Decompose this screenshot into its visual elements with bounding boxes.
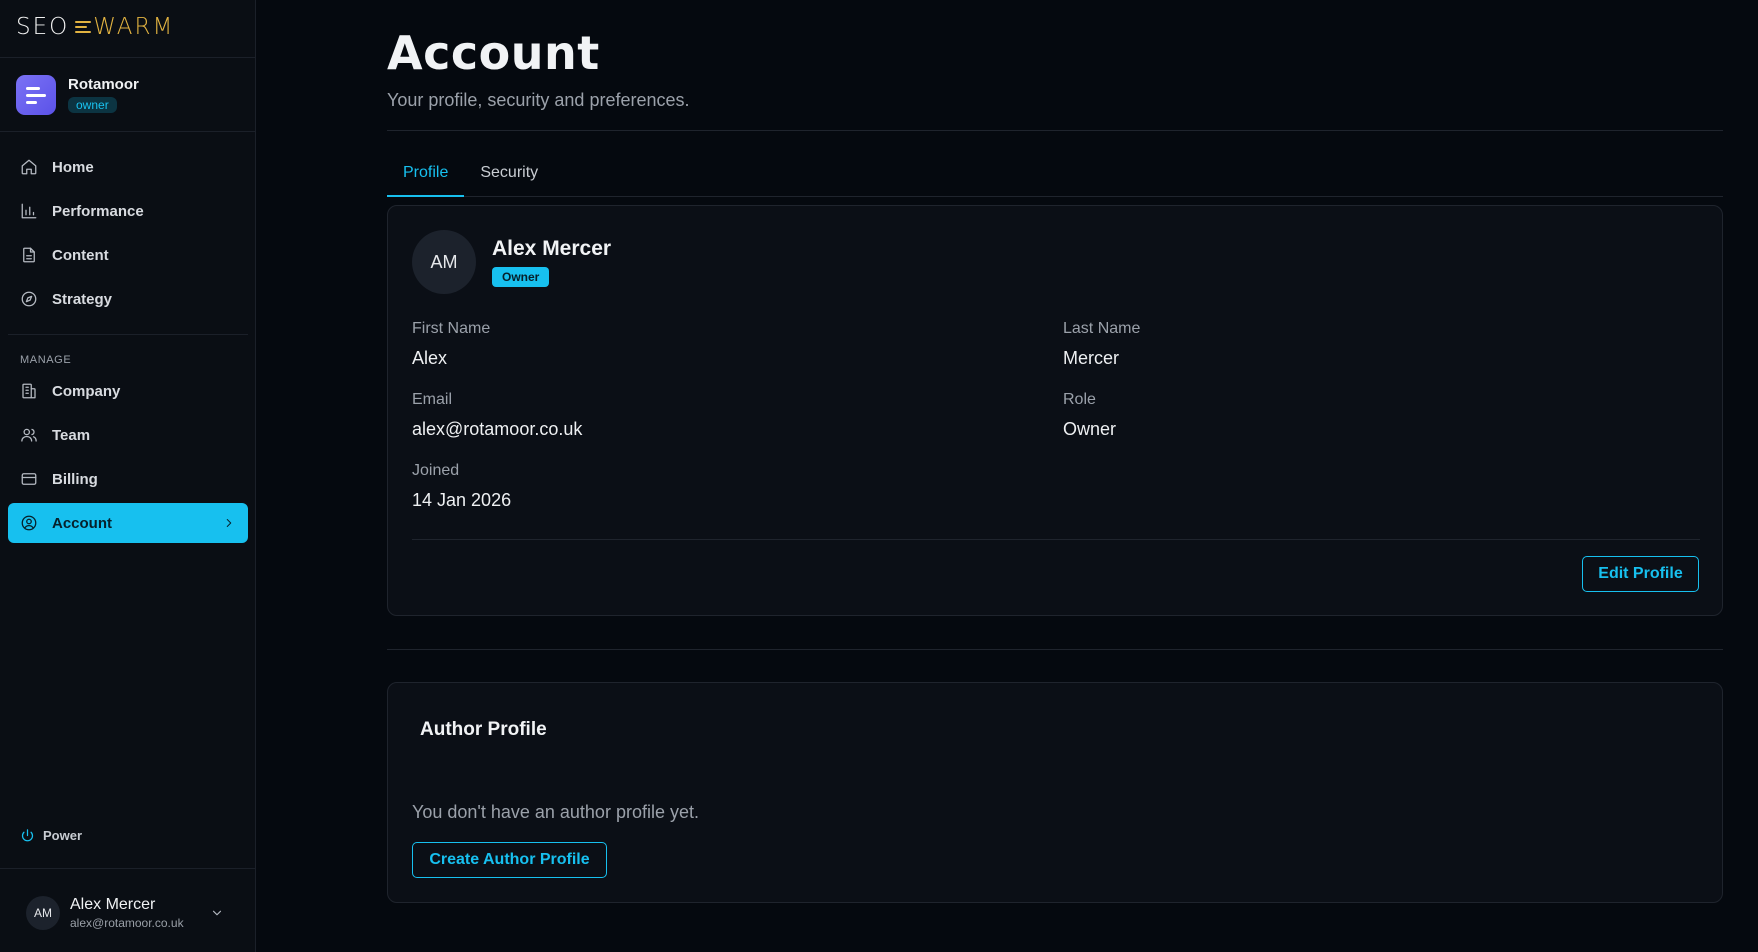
field-value: Owner: [1063, 419, 1117, 439]
building-icon: [22, 383, 36, 399]
field-value: Alex: [412, 348, 448, 368]
tab-profile[interactable]: Profile: [387, 160, 465, 197]
divider: [412, 539, 1700, 540]
sidebar-item-label: Strategy: [52, 290, 113, 308]
field-role: Role Owner: [1063, 391, 1116, 440]
profile-card: AM Alex Mercer Owner First Name Alex Las…: [387, 205, 1723, 616]
account-tabs: Profile Security: [387, 160, 1723, 197]
divider: [0, 131, 256, 132]
sidebar-item-label: Performance: [52, 202, 144, 220]
sidebar-item-performance[interactable]: Performance: [8, 191, 248, 231]
power-status[interactable]: Power: [20, 828, 82, 843]
field-label: Joined: [412, 462, 460, 479]
profile-name: Alex Mercer: [492, 237, 612, 260]
main-nav: Home Performance Content Strategy: [8, 147, 248, 323]
org-name: Rotamoor: [68, 76, 139, 93]
field-value: alex@rotamoor.co.uk: [412, 419, 583, 439]
sidebar-item-label: Company: [52, 382, 121, 400]
org-role-badge: owner: [68, 97, 117, 113]
field-email: Email alex@rotamoor.co.uk: [412, 391, 582, 440]
user-circle-icon: [21, 515, 37, 531]
chevron-down-icon: [212, 910, 222, 916]
sidebar-item-account[interactable]: Account: [8, 503, 248, 543]
field-joined: Joined 14 Jan 2026: [412, 462, 511, 511]
author-profile-title: Author Profile: [420, 719, 547, 740]
sidebar-item-billing[interactable]: Billing: [8, 459, 248, 499]
sidebar-item-content[interactable]: Content: [8, 235, 248, 275]
edit-profile-button[interactable]: Edit Profile: [1582, 556, 1699, 592]
sidebar-item-label: Billing: [52, 470, 98, 488]
divider: [8, 334, 248, 335]
field-value: 14 Jan 2026: [412, 490, 512, 510]
users-icon: [21, 428, 37, 442]
divider: [387, 130, 1723, 131]
user-email: alex@rotamoor.co.uk: [70, 916, 184, 930]
compass-icon: [21, 291, 37, 307]
field-label: Email: [412, 391, 453, 408]
divider: [0, 57, 256, 58]
profile-avatar: AM: [412, 230, 476, 294]
sidebar-item-company[interactable]: Company: [8, 371, 248, 411]
manage-section-label: MANAGE: [20, 354, 72, 366]
power-icon: [21, 829, 34, 842]
user-name: Alex Mercer: [70, 896, 156, 913]
chevron-right-icon: [226, 519, 232, 527]
user-avatar: AM: [26, 896, 60, 930]
sidebar: SEO WARM Rotamoor owner Home Performance…: [0, 0, 256, 952]
sidebar-item-label: Account: [52, 514, 112, 532]
author-profile-empty-message: You don't have an author profile yet.: [412, 802, 699, 822]
power-label: Power: [43, 828, 83, 843]
sidebar-item-home[interactable]: Home: [8, 147, 248, 187]
org-avatar-icon: [16, 75, 56, 115]
sidebar-item-label: Content: [52, 246, 109, 264]
sidebar-item-team[interactable]: Team: [8, 415, 248, 455]
divider: [387, 649, 1723, 650]
brand-logo[interactable]: SEO WARM: [16, 14, 174, 40]
field-value: Mercer: [1063, 348, 1120, 368]
bar-chart-icon: [21, 203, 37, 219]
home-icon: [21, 159, 37, 175]
field-label: First Name: [412, 320, 491, 337]
page-subtitle: Your profile, security and preferences.: [387, 90, 690, 110]
page-title: Account: [387, 26, 600, 80]
create-author-profile-button[interactable]: Create Author Profile: [412, 842, 607, 878]
sidebar-item-label: Team: [52, 426, 91, 444]
sidebar-item-label: Home: [52, 158, 94, 176]
logo-lines-icon: [75, 18, 92, 36]
sidebar-item-strategy[interactable]: Strategy: [8, 279, 248, 319]
field-last-name: Last Name Mercer: [1063, 320, 1140, 369]
field-label: Role: [1063, 391, 1096, 408]
document-icon: [23, 247, 35, 263]
author-profile-card: Author Profile You don't have an author …: [387, 682, 1723, 903]
field-first-name: First Name Alex: [412, 320, 490, 369]
role-badge: Owner: [492, 267, 550, 287]
field-label: Last Name: [1063, 320, 1141, 337]
tab-security[interactable]: Security: [464, 160, 554, 197]
credit-card-icon: [21, 473, 37, 485]
logo-text-seo: SEO: [16, 14, 70, 40]
user-menu[interactable]: AM Alex Mercer alex@rotamoor.co.uk: [26, 896, 236, 930]
org-switcher[interactable]: Rotamoor owner: [16, 75, 139, 115]
manage-nav: Company Team Billing Account: [8, 371, 248, 547]
logo-text-warm: WARM: [93, 14, 175, 40]
divider: [0, 868, 256, 869]
